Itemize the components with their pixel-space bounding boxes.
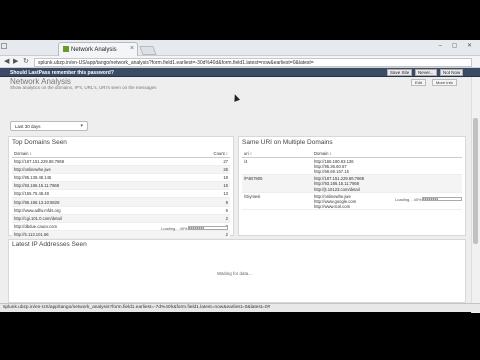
domain-cell[interactable]: http://95.138.48.145 <box>12 173 175 183</box>
lastpass-save-button[interactable]: Save Site <box>387 69 413 76</box>
count-cell: 2 <box>174 214 230 224</box>
time-range-picker[interactable]: Last 30 days ▾ <box>10 121 88 131</box>
table-header-row: uri ↕ Domain ↕ <box>242 150 462 158</box>
domain-entry[interactable]: http://jt.10123.com/detail <box>314 187 460 192</box>
column-header-domain[interactable]: Domain ↕ <box>12 150 175 158</box>
domain-cell[interactable]: http://93.186.15.11:7868 <box>12 181 175 191</box>
table-row[interactable]: http://95.138.48.145 19 <box>12 173 230 183</box>
table-row[interactable]: http://187.151.229.86:7868 27 <box>12 157 230 166</box>
domain-entry[interactable]: http://www.tcol.com <box>314 204 460 209</box>
edit-button[interactable]: Edit <box>411 79 426 86</box>
domain-cell[interactable]: http://155.75.48.48 <box>12 189 175 199</box>
count-cell: 27 <box>174 157 230 166</box>
progress-fill <box>423 198 439 200</box>
screen: Network Analysis × – ▢ ✕ ◀ ▶ ↻ splunk.ub… <box>0 0 480 360</box>
latest-ips-title: Latest IP Addresses Seen <box>12 241 87 248</box>
uri-cell[interactable]: /Giymesi <box>242 192 312 211</box>
column-header-count[interactable]: Count ↕ <box>174 150 230 158</box>
page-subtitle: Show analytics on the domains, IP's, URL… <box>10 85 157 90</box>
chevron-down-icon: ▾ <box>80 123 83 129</box>
bookmark-icon <box>1 43 7 49</box>
forward-icon[interactable]: ▶ <box>13 57 18 65</box>
domain-cell[interactable]: http://www.adfw.mfds.org <box>12 206 175 215</box>
progress-fill <box>189 227 205 229</box>
status-bar-url: splunk.ubzp.in/en-US/app/tango/network_a… <box>0 303 480 312</box>
table-row[interactable]: http://95.186.13.10:8828 8 <box>12 197 230 207</box>
domain-cell[interactable]: http://dbdue.caucv.com <box>12 222 175 232</box>
table-row[interactable]: http://onlinewhe.jwe 26 <box>12 165 230 174</box>
more-info-button[interactable]: More Info <box>432 79 457 86</box>
table-row[interactable]: http://5.113.101.66 2 <box>12 230 230 240</box>
window-controls[interactable]: – ▢ ✕ <box>439 42 476 49</box>
table-row[interactable]: /P4B7905 http://187.151.229.86:7868 http:/… <box>242 174 462 193</box>
domain-cell[interactable]: http://5.113.101.66 <box>12 230 175 240</box>
count-cell: 26 <box>174 165 230 174</box>
reload-icon[interactable]: ↻ <box>23 57 29 65</box>
new-tab-button[interactable] <box>139 46 157 55</box>
table-row[interactable]: /Giymesi http://onlinewhe.jwe http://www.g… <box>242 192 462 211</box>
back-icon[interactable]: ◀ <box>4 57 9 65</box>
domain-cell[interactable]: http://187.151.229.86:7868 <box>12 157 175 166</box>
table-row[interactable]: http://cgi.101.0.com/detail 2 <box>12 214 230 224</box>
count-cell: 16 <box>174 181 230 191</box>
count-cell: 2 <box>174 230 230 240</box>
domain-list-cell: http://166.180.93.136 http://95.36.60.67 h… <box>312 157 462 176</box>
url-input[interactable]: splunk.ubzp.in/en-US/app/tango/network_a… <box>34 57 472 67</box>
table-row[interactable]: http://93.186.15.11:7868 16 <box>12 181 230 191</box>
table-header-row: Domain ↕ Count ↕ <box>12 150 230 158</box>
count-cell: 13 <box>174 189 230 199</box>
progress-bar <box>422 197 462 201</box>
domain-entry[interactable]: http://68.69.157.15 <box>314 169 460 174</box>
count-cell: 8 <box>174 197 230 207</box>
table-row[interactable]: http://www.adfw.mfds.org 6 <box>12 206 230 215</box>
scrollbar-thumb[interactable] <box>473 118 478 244</box>
same-uri-table: uri ↕ Domain ↕ /4 http://166.180.93.136 ht… <box>242 150 462 211</box>
time-range-value: Last 30 days <box>15 124 41 129</box>
domain-list-cell: http://onlinewhe.jwe http://www.google.co… <box>312 192 462 211</box>
uri-cell[interactable]: /P4B7905 <box>242 174 312 193</box>
column-header-domain[interactable]: Domain ↕ <box>312 150 462 158</box>
domain-cell[interactable]: http://95.186.13.10:8828 <box>12 197 175 207</box>
domain-cell[interactable]: http://cgi.101.0.com/detail <box>12 214 175 224</box>
count-cell: 19 <box>174 173 230 183</box>
progress-bar <box>188 226 228 230</box>
uri-cell[interactable]: /4 <box>242 157 312 176</box>
splunk-favicon-icon <box>63 46 69 52</box>
loading-text: Loading... 40% <box>161 226 188 231</box>
top-domains-title: Top Domains Seen <box>12 139 67 146</box>
loading-text: Loading... 40% <box>395 197 422 202</box>
table-row[interactable]: /4 http://166.180.93.136 http://95.36.60.6… <box>242 157 462 176</box>
close-tab-icon[interactable]: × <box>130 45 134 52</box>
waiting-text: Waiting for data... <box>216 271 253 276</box>
tab-title: Network Analysis <box>71 47 117 53</box>
lastpass-message: Should LastPass remember this password? <box>10 69 114 76</box>
count-cell: 6 <box>174 206 230 215</box>
column-header-uri[interactable]: uri ↕ <box>242 150 312 158</box>
table-row[interactable]: http://155.75.48.48 13 <box>12 189 230 199</box>
lastpass-never-button[interactable]: Never... <box>415 69 437 76</box>
domain-list-cell: http://187.151.229.86:7868 http://93.186.… <box>312 174 462 193</box>
domain-cell[interactable]: http://onlinewhe.jwe <box>12 165 175 174</box>
browser-tab[interactable]: Network Analysis × <box>58 42 138 56</box>
same-uri-title: Same URI on Multiple Domains <box>242 139 333 146</box>
lastpass-notnow-button[interactable]: Not Now <box>440 69 464 76</box>
